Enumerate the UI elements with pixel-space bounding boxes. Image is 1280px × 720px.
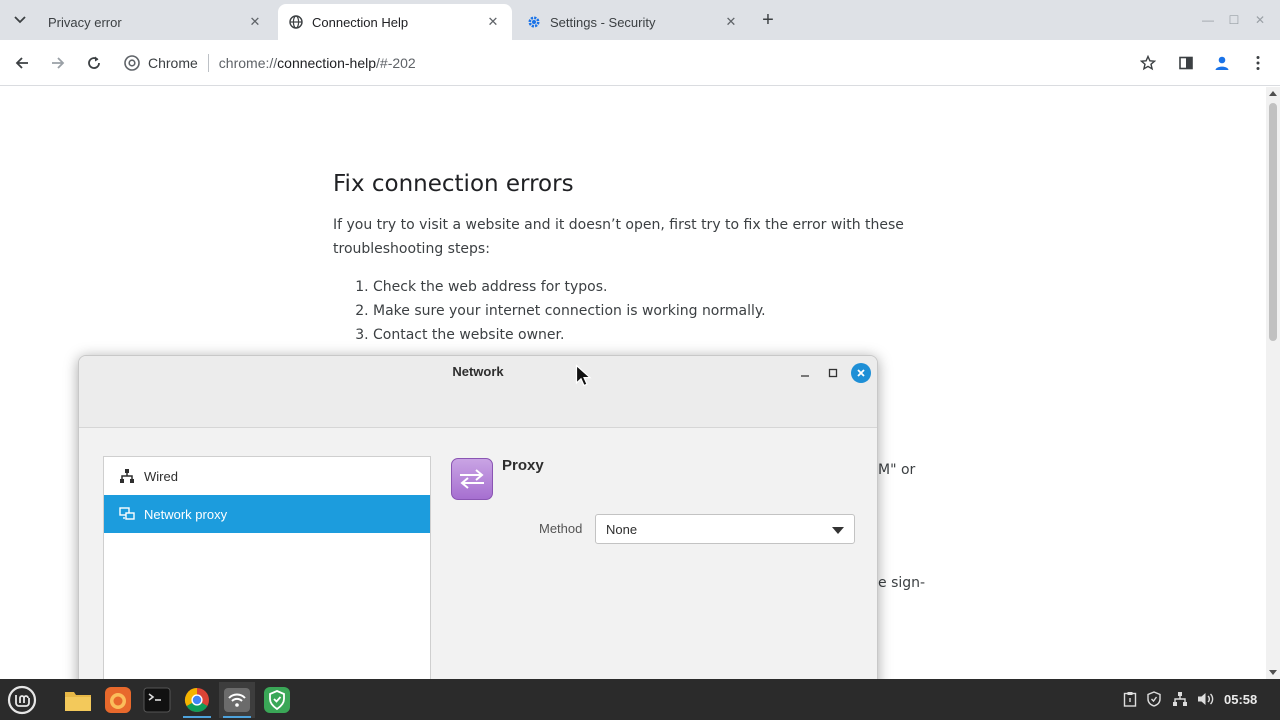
page-scrollbar[interactable]	[1266, 87, 1280, 679]
close-tab-icon[interactable]: ✕	[722, 13, 740, 31]
tab-strip: Privacy error ✕ Connection Help ✕ Settin…	[0, 0, 1280, 40]
sidebar-item-label: Wired	[144, 468, 178, 484]
globe-icon	[288, 14, 304, 30]
reload-button[interactable]	[80, 49, 108, 77]
chrome-icon	[184, 688, 209, 713]
network-tray-icon[interactable]	[1171, 690, 1189, 708]
method-label: Method	[539, 521, 583, 536]
close-tab-icon[interactable]: ✕	[484, 13, 502, 31]
scroll-down-arrow-icon[interactable]	[1269, 670, 1277, 675]
dropdown-arrow-icon	[832, 527, 844, 534]
bookmark-star-icon[interactable]	[1137, 52, 1159, 74]
side-panel-icon[interactable]	[1175, 52, 1197, 74]
tab-title: Connection Help	[312, 14, 409, 30]
close-icon[interactable]	[851, 363, 871, 383]
reload-icon	[88, 56, 100, 69]
shield-tray-icon[interactable]	[1145, 690, 1163, 708]
wifi-icon	[224, 688, 250, 712]
close-tab-icon[interactable]: ✕	[246, 13, 264, 31]
page-heading: Fix connection errors	[333, 171, 574, 197]
site-chip-label: Chrome	[148, 55, 198, 71]
minimize-window-icon[interactable]: —	[1198, 10, 1218, 30]
volume-tray-icon[interactable]	[1197, 690, 1215, 708]
tab-privacy-error[interactable]: Privacy error ✕	[38, 4, 274, 40]
network-proxy-icon	[118, 505, 136, 523]
folder-icon	[65, 692, 91, 711]
shield-icon	[264, 687, 290, 713]
tab-search-button[interactable]	[6, 6, 34, 34]
sidebar-item-network-proxy[interactable]: Network proxy	[104, 495, 430, 533]
mouse-pointer-icon	[575, 364, 592, 387]
panel-title: Proxy	[502, 457, 544, 474]
back-arrow-icon	[15, 57, 28, 69]
tab-title: Privacy error	[48, 14, 122, 30]
chrome-app-button[interactable]	[179, 682, 215, 718]
gear-icon	[526, 14, 542, 30]
address-bar[interactable]: Chrome chrome://connection-help/#-202	[116, 46, 1166, 80]
clipboard-tray-icon[interactable]	[1121, 690, 1139, 708]
chevron-down-icon	[14, 16, 26, 24]
scrollbar-thumb[interactable]	[1269, 103, 1277, 341]
more-menu-icon[interactable]	[1247, 52, 1269, 74]
maximize-icon[interactable]	[823, 363, 843, 383]
taskbar-clock[interactable]: 05:58	[1224, 692, 1257, 707]
minimize-icon[interactable]	[795, 363, 815, 383]
window-titlebar[interactable]: Network	[79, 356, 877, 428]
forward-button[interactable]	[44, 49, 72, 77]
help-article: Fix connection errors If you try to visi…	[333, 171, 933, 347]
back-button[interactable]	[8, 49, 36, 77]
url-host: connection-help	[277, 55, 377, 71]
window-title: Network	[452, 364, 504, 379]
wired-network-icon	[118, 467, 136, 485]
obscured-text-fragment: M" or	[878, 462, 916, 478]
scroll-up-arrow-icon[interactable]	[1269, 91, 1277, 96]
sidebar-item-wired[interactable]: Wired	[104, 457, 430, 495]
maximize-window-icon[interactable]: ☐	[1224, 10, 1244, 30]
method-dropdown[interactable]: None	[595, 514, 855, 544]
url-path: /#-202	[376, 55, 416, 71]
mint-logo-icon	[7, 685, 37, 715]
network-sidebar: Wired Network proxy	[103, 456, 431, 694]
start-menu-button[interactable]	[4, 682, 40, 718]
obscured-text-fragment: e sign-	[878, 575, 926, 591]
url-scheme: chrome://	[218, 55, 278, 71]
list-item: Make sure your internet connection is wo…	[373, 299, 933, 323]
site-info-chip[interactable]: Chrome	[116, 55, 198, 71]
security-app-button[interactable]	[259, 682, 295, 718]
chrome-icon	[124, 55, 140, 71]
tab-settings-security[interactable]: Settings - Security ✕	[516, 4, 750, 40]
files-app-button[interactable]	[60, 682, 96, 718]
sidebar-item-label: Network proxy	[144, 506, 228, 522]
forward-arrow-icon	[52, 57, 65, 69]
proxy-arrows-icon	[451, 458, 493, 500]
list-item: Contact the website owner.	[373, 323, 933, 347]
firefox-icon	[105, 687, 131, 713]
network-settings-window: Network Wired Network proxy Proxy Method	[78, 355, 878, 695]
intro-paragraph: If you try to visit a website and it doe…	[333, 217, 904, 257]
profile-avatar-icon[interactable]	[1211, 52, 1233, 74]
new-tab-button[interactable]: +	[756, 8, 780, 32]
network-settings-app-button[interactable]	[219, 682, 255, 718]
close-window-icon[interactable]: ✕	[1250, 10, 1270, 30]
troubleshooting-steps: Check the web address for typos. Make su…	[373, 275, 933, 347]
terminal-icon	[143, 687, 171, 713]
method-selected-value: None	[606, 521, 638, 537]
list-item: Check the web address for typos.	[373, 275, 933, 299]
taskbar: 05:58	[0, 679, 1280, 720]
tab-title: Settings - Security	[550, 14, 656, 30]
tab-connection-help[interactable]: Connection Help ✕	[278, 4, 512, 40]
browser-toolbar: Chrome chrome://connection-help/#-202	[0, 40, 1280, 86]
omnibox-divider	[207, 54, 209, 72]
terminal-app-button[interactable]	[139, 682, 175, 718]
firefox-app-button[interactable]	[100, 682, 136, 718]
